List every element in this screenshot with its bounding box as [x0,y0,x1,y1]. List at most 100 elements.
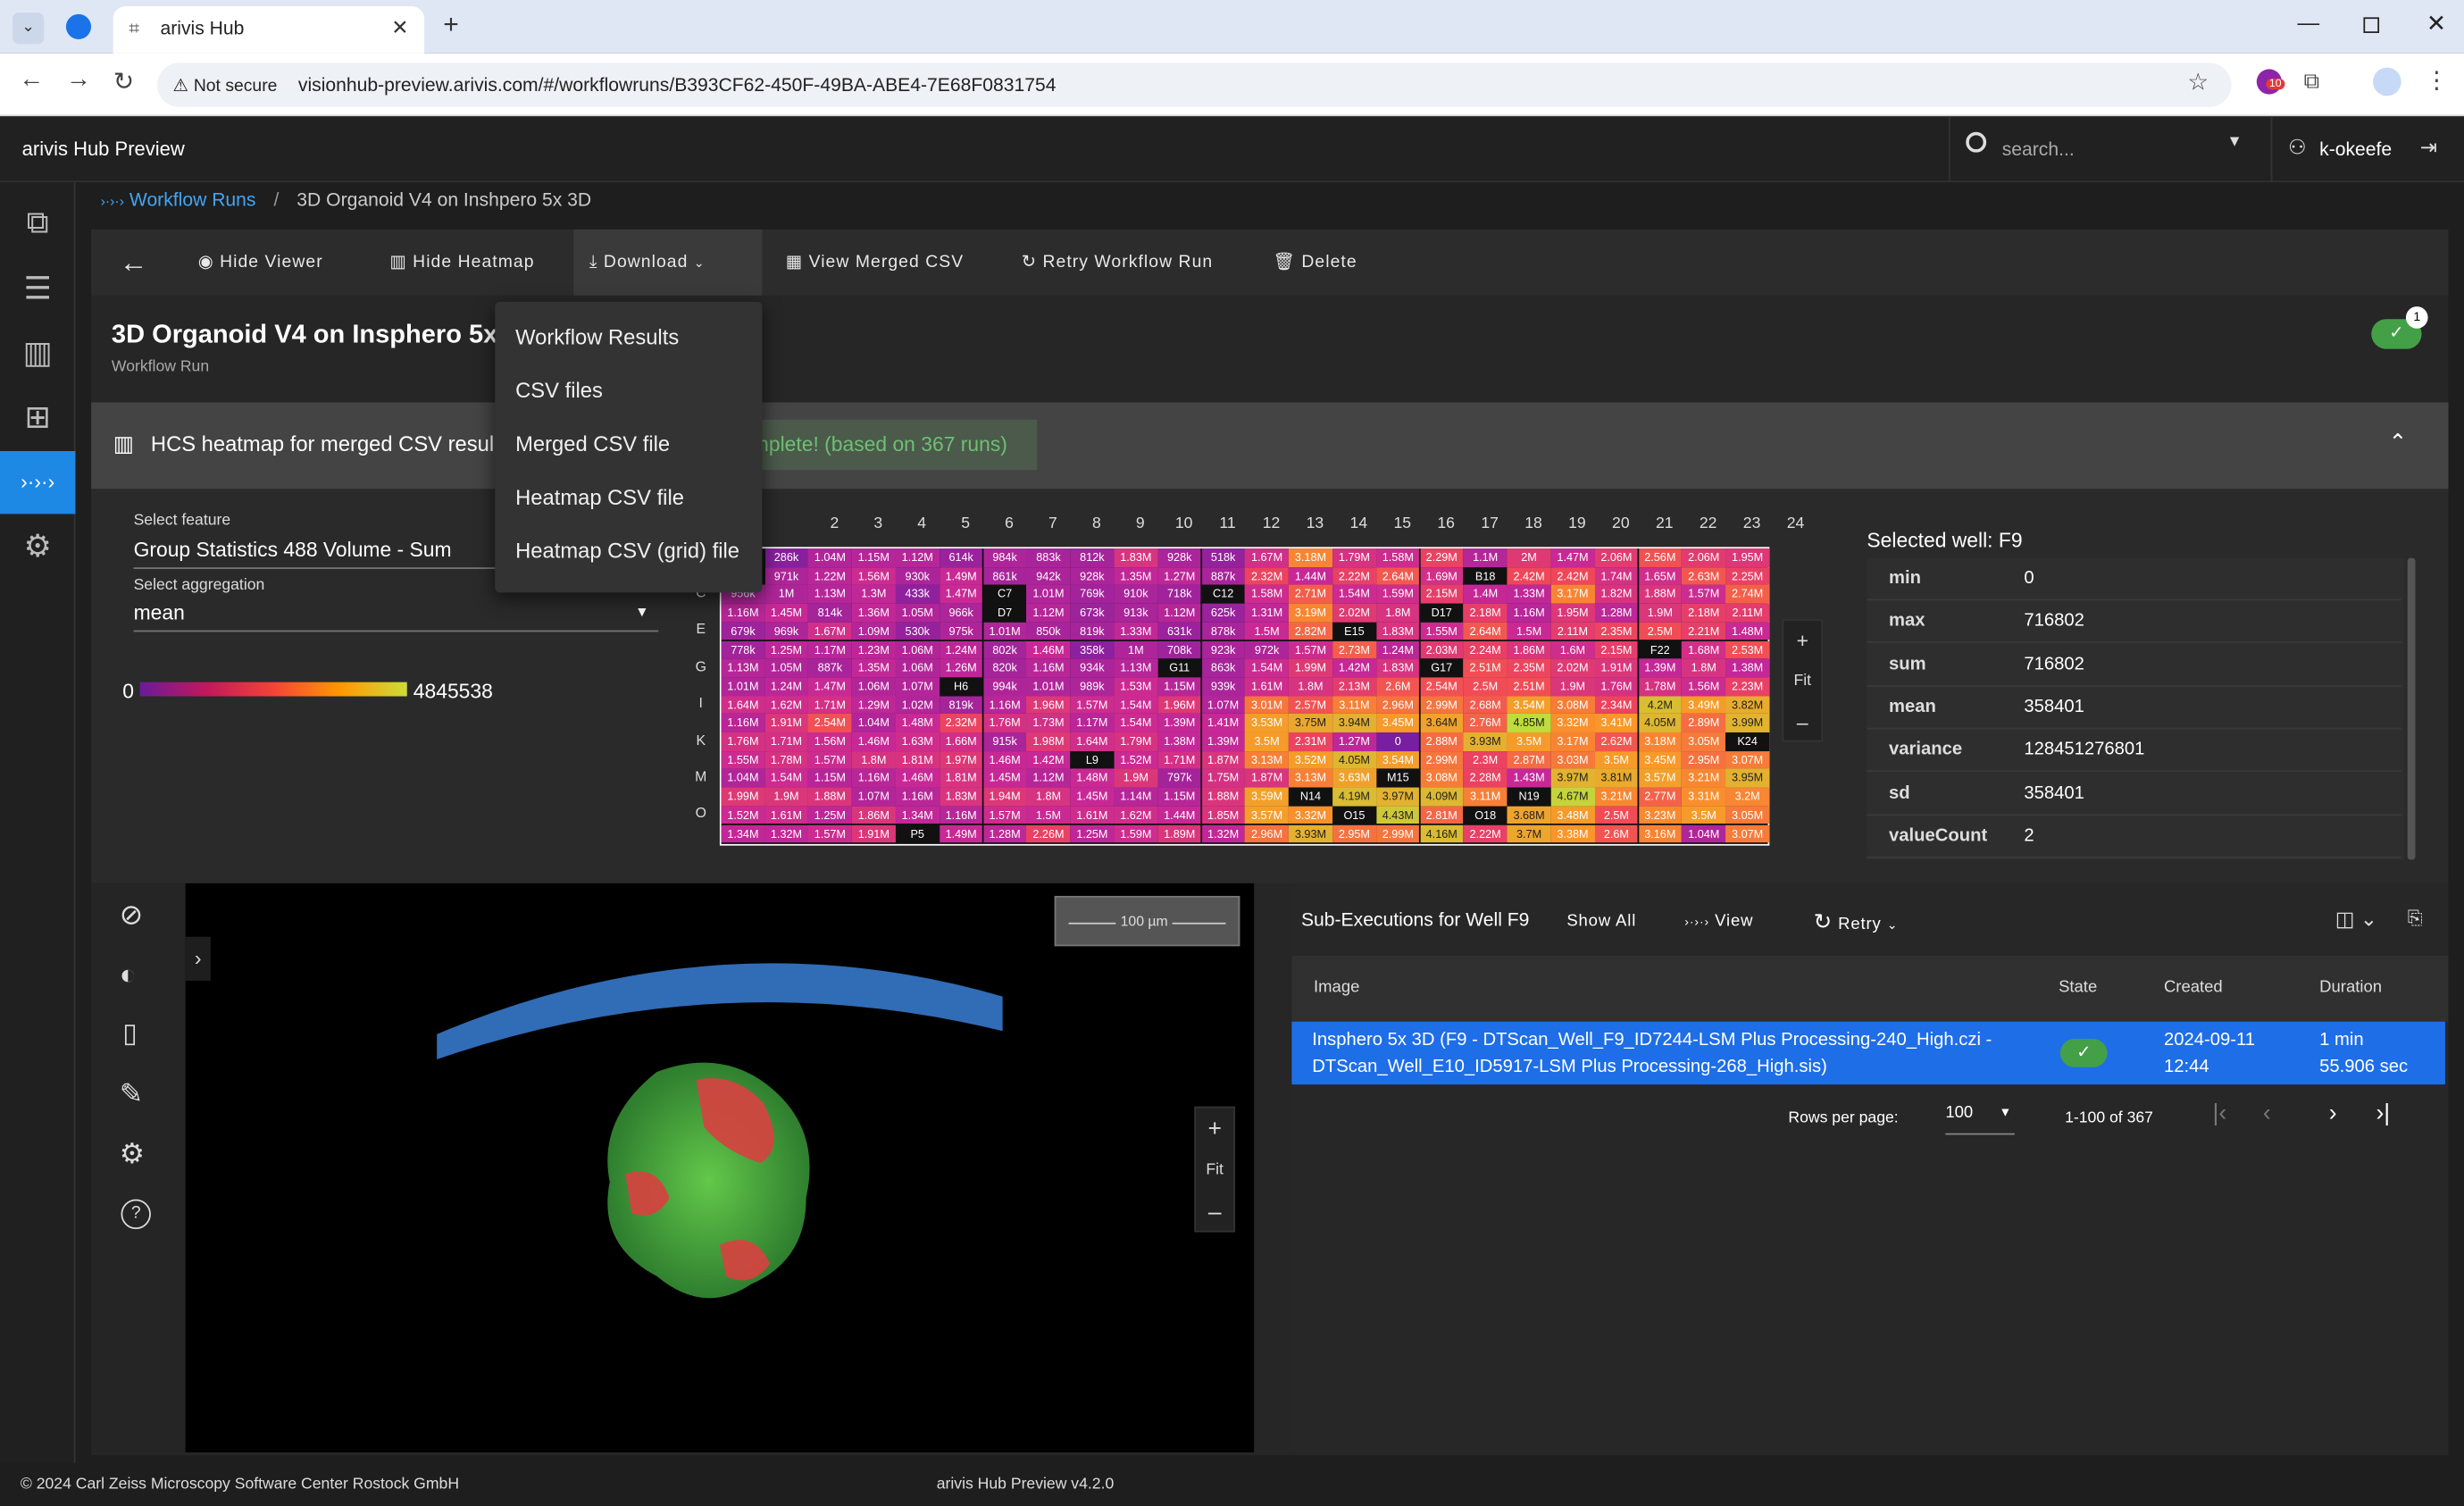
heatmap-cell[interactable]: 1.83M [1114,548,1158,567]
heatmap-cell[interactable]: 1.78M [1638,677,1683,696]
heatmap-cell[interactable]: 4.43M [1376,806,1420,824]
heatmap-cell[interactable]: 2.99M [1419,750,1464,770]
heatmap-cell[interactable]: 1.85M [1201,806,1245,824]
heatmap-cell[interactable]: 1.64M [1070,732,1115,751]
heatmap-cell[interactable]: C7 [982,585,1027,604]
heatmap-cell[interactable]: 1.1M [1463,548,1508,567]
heatmap-cell[interactable]: 2.64M [1376,566,1420,586]
heatmap-cell[interactable]: 1.9M [1638,603,1683,623]
heatmap-cell[interactable]: 1.6M [1550,640,1595,659]
heatmap-cell[interactable]: K24 [1725,732,1769,751]
heatmap-cell[interactable]: 1.67M [808,622,852,641]
next-page-icon[interactable]: › [2329,1100,2337,1127]
heatmap-cell[interactable]: 2.15M [1419,585,1464,604]
heatmap-cell[interactable]: 2.18M [1463,603,1508,623]
heatmap-cell[interactable]: 923k [1201,640,1245,659]
heatmap-cell[interactable]: 3.57M [1638,769,1683,788]
heatmap-cell[interactable]: 614k [939,548,983,567]
heatmap-cell[interactable]: 1.12M [895,548,940,567]
heatmap-cell[interactable]: 2.74M [1725,585,1769,604]
heatmap-cell[interactable]: D17 [1419,603,1464,623]
heatmap-cell[interactable]: 3.05M [1682,732,1726,751]
back-icon[interactable]: ← [19,66,44,95]
heatmap-cell[interactable]: 1.59M [1376,585,1420,604]
user-menu[interactable]: ⚇ k-okeefe ⇥ [2270,116,2464,183]
heatmap-cell[interactable]: 1.97M [939,750,983,770]
heatmap-cell[interactable]: 2.51M [1463,658,1508,678]
heatmap-cell[interactable]: 3.19M [1289,603,1332,623]
close-window-icon[interactable]: ✕ [2426,10,2446,38]
heatmap-cell[interactable]: 1.41M [1201,714,1245,732]
heatmap-cell[interactable]: 2.02M [1332,603,1376,623]
heatmap-cell[interactable]: 1.81M [895,750,940,770]
heatmap-cell[interactable]: 934k [1070,658,1115,678]
heatmap-cell[interactable]: 1.3M [852,585,896,604]
new-tab-icon[interactable]: + [443,10,458,41]
heatmap-cell[interactable]: 1.52M [1114,750,1158,770]
profile-shield-icon[interactable] [65,13,92,39]
heatmap-cell[interactable]: 1.22M [808,566,852,586]
heatmap-cell[interactable]: 1.61M [1245,677,1289,696]
heatmap-cell[interactable]: 2.42M [1550,566,1595,586]
heatmap-cell[interactable]: 1.16M [982,695,1027,715]
heatmap-cell[interactable]: 1.57M [982,806,1027,824]
heatmap-cell[interactable]: 286k [764,548,808,567]
download-menu-item[interactable]: Heatmap CSV (grid) file [495,525,762,579]
heatmap-cell[interactable]: 3.11M [1332,695,1376,715]
heatmap-cell[interactable]: 1.64M [721,695,765,715]
heatmap-cell[interactable]: F22 [1638,640,1683,659]
heatmap-cell[interactable]: 1.62M [1114,806,1158,824]
heatmap-cell[interactable]: 1.5M [1245,622,1289,641]
heatmap-cell[interactable]: 2.11M [1725,603,1769,623]
heatmap-cell[interactable]: 1.91M [1594,658,1639,678]
heatmap-cell[interactable]: 1.06M [895,640,940,659]
first-page-icon[interactable]: |‹ [2213,1100,2227,1127]
heatmap-cell[interactable]: 1.13M [721,658,765,678]
heatmap-cell[interactable]: 1M [764,585,808,604]
heatmap-cell[interactable]: 3.99M [1725,714,1769,732]
heatmap-cell[interactable]: 1.34M [721,824,765,843]
heatmap-cell[interactable]: 1.65M [1638,566,1683,586]
heatmap-cell[interactable]: 1.27M [1157,566,1202,586]
heatmap-cell[interactable]: 2.82M [1289,622,1332,641]
heatmap-cell[interactable]: 3.07M [1725,824,1769,843]
heatmap-cell[interactable]: 1.78M [764,750,808,770]
heatmap-cell[interactable]: 1.61M [764,806,808,824]
heatmap-cell[interactable]: 1.5M [1507,622,1551,641]
heatmap-cell[interactable]: 2.5M [1463,677,1508,696]
heatmap-cell[interactable]: 718k [1157,585,1202,604]
heatmap-cell[interactable]: 3.59M [1245,787,1289,807]
heatmap-cell[interactable]: 1.76M [982,714,1027,732]
heatmap-cell[interactable]: 1.46M [895,769,940,788]
heatmap-cell[interactable]: 631k [1157,622,1202,641]
heatmap-cell[interactable]: 2M [1507,548,1551,567]
heatmap-cell[interactable]: 3.23M [1638,806,1683,824]
heatmap-cell[interactable]: 802k [982,640,1027,659]
viewer-settings-icon[interactable]: ⚙ [120,1138,145,1171]
heatmap-cell[interactable]: 2.22M [1332,566,1376,586]
heatmap-cell[interactable]: 2.42M [1507,566,1551,586]
heatmap-cell[interactable]: 2.73M [1332,640,1376,659]
heatmap-cell[interactable]: N14 [1289,787,1332,807]
heatmap-cell[interactable]: 1.34M [895,806,940,824]
heatmap-cell[interactable]: 4.16M [1419,824,1464,843]
heatmap-cell[interactable]: 1.75M [1201,769,1245,788]
aggregation-select[interactable]: mean ▼ [133,600,659,632]
heatmap-cell[interactable]: 1.06M [895,658,940,678]
heatmap-cell[interactable]: 1.16M [1026,658,1071,678]
heatmap-cell[interactable]: 972k [1245,640,1289,659]
heatmap-cell[interactable]: 3.95M [1725,769,1769,788]
heatmap-cell[interactable]: 2.35M [1507,658,1551,678]
heatmap-cell[interactable]: 3.21M [1682,769,1726,788]
heatmap-cell[interactable]: 2.88M [1419,732,1464,751]
heatmap-cell[interactable]: 3.52M [1289,750,1332,770]
heatmap-cell[interactable]: 1.95M [1550,603,1595,623]
heatmap-cell[interactable]: 1.95M [1725,548,1769,567]
heatmap-cell[interactable]: 2.68M [1463,695,1508,715]
heatmap-cell[interactable]: 1.16M [721,603,765,623]
heatmap-cell[interactable]: 1.73M [1026,714,1071,732]
heatmap-cell[interactable]: 3.18M [1638,732,1683,751]
heatmap-cell[interactable]: 1.45M [982,769,1027,788]
retry-button[interactable]: ↻ Retry ⌄ [1814,908,1899,935]
heatmap-cell[interactable]: 1.05M [764,658,808,678]
